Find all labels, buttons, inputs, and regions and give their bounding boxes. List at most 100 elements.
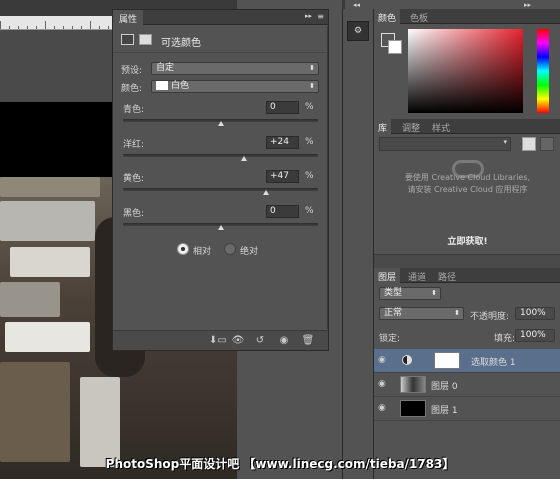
slider-thumb[interactable] (263, 190, 270, 195)
collapse-icon[interactable]: ▸▸ (524, 1, 531, 9)
color-spectrum-picker[interactable] (408, 29, 523, 113)
layer-thumbnail (400, 400, 426, 417)
right-panel-column: ▸▸ 颜色 色板 库 调整 样式 ▾ 要使用 Creative Cloud Li… (373, 1, 560, 479)
slider-thumb[interactable] (240, 156, 247, 161)
percent-unit: % (305, 137, 314, 147)
ruler-tick (18, 26, 19, 29)
clip-to-layer-icon[interactable]: ⬇▭ (209, 334, 227, 347)
grid-view-icon[interactable] (522, 137, 536, 151)
layer-mask-thumbnail[interactable] (434, 352, 460, 369)
eye-icon[interactable]: ◉ (378, 403, 386, 413)
ruler-tick (81, 26, 82, 29)
get-now-link[interactable]: 立即获取! (374, 234, 560, 247)
ruler-tick (54, 26, 55, 29)
ruler-tick (72, 26, 73, 29)
ruler-tick (63, 26, 64, 29)
background-color-swatch[interactable] (388, 40, 402, 54)
fill-label: 填充: (494, 334, 516, 344)
color-select[interactable]: 白色 ⬍ (151, 80, 319, 93)
message-line: 要使用 Creative Cloud Libraries, (404, 173, 531, 182)
panel-dock-strip: ◂◂ ⚙ (342, 1, 372, 479)
tab-swatches[interactable]: 色板 (406, 9, 432, 24)
ruler-tick (108, 26, 109, 29)
layer-thumbnail (400, 376, 426, 393)
hue-slider[interactable] (537, 29, 549, 113)
opacity-label: 不透明度: (470, 312, 510, 322)
chevron-down-icon: ▾ (503, 138, 507, 146)
properties-panel: 属性 ▸▸ ≡ 可选颜色 预设: 自定 ⬍ 颜色: 白色 ⬍ 青色: 0 % 洋红:… (112, 9, 329, 351)
preset-select[interactable]: 自定 ⬍ (151, 62, 319, 75)
eye-icon[interactable]: ◉ (378, 379, 386, 389)
watermark: PhotoShop平面设计吧 【www.linecg.com/tieba/178… (105, 457, 455, 471)
tab-paths[interactable]: 路径 (434, 268, 460, 283)
color-label: 颜色: (121, 84, 143, 94)
panel-scrollbar[interactable] (327, 26, 328, 329)
radio-absolute[interactable] (224, 243, 236, 255)
mask-icon[interactable] (139, 34, 152, 45)
tab-styles[interactable]: 样式 (428, 119, 454, 134)
eye-icon[interactable]: ◉ (378, 355, 386, 365)
slider-label: 黄色: (123, 174, 145, 184)
tab-color[interactable]: 颜色 (374, 9, 401, 24)
ruler-tick (9, 26, 10, 29)
ruler-tick (45, 21, 46, 29)
tab-layers[interactable]: 图层 (374, 268, 401, 283)
slider-value-input[interactable]: +24 (266, 136, 299, 149)
properties-header: 可选颜色 (113, 27, 328, 53)
chevron-updown-icon: ⬍ (309, 82, 315, 90)
blend-mode-select[interactable]: 正常 ⬍ (379, 307, 464, 320)
slider-track[interactable] (123, 188, 318, 191)
adjustment-title: 可选颜色 (161, 38, 201, 49)
chevron-updown-icon: ⬍ (309, 64, 315, 72)
ruler-tick (0, 21, 1, 29)
radio-relative[interactable] (177, 243, 189, 255)
tab-adjustments[interactable]: 调整 (398, 119, 424, 134)
tab-channels[interactable]: 通道 (404, 268, 430, 283)
trash-icon[interactable]: 🗑 (301, 334, 315, 347)
layer-row[interactable]: ◉ 图层 0 (374, 373, 560, 397)
properties-dock-icon[interactable]: ⚙ (347, 21, 369, 41)
visibility-icon[interactable]: ◉ (277, 334, 291, 347)
slider-value-input[interactable]: +47 (266, 170, 299, 183)
tab-properties[interactable]: 属性 (113, 10, 144, 25)
adjustment-layer-icon (402, 355, 412, 365)
reset-icon[interactable]: ↺ (253, 334, 267, 347)
message-line: 请安装 Creative Cloud 应用程序 (407, 185, 528, 194)
black-layer-area (0, 102, 115, 177)
view-previous-icon[interactable]: 👁 (231, 334, 245, 347)
percent-unit: % (305, 102, 314, 112)
chevron-updown-icon: ⬍ (431, 289, 437, 297)
properties-footer: ⬇▭ 👁 ↺ ◉ 🗑 (113, 330, 328, 350)
layer-row[interactable]: ◉ 图层 1 (374, 397, 560, 421)
slider-track[interactable] (123, 154, 318, 157)
panel-menu-icon[interactable]: ≡ (317, 12, 324, 21)
percent-unit: % (305, 206, 314, 216)
slider-thumb[interactable] (217, 121, 224, 126)
layer-filter-select[interactable]: 类型 ⬍ (379, 287, 441, 300)
library-panel-tabbar: 库 调整 样式 (374, 119, 560, 134)
slider-thumb[interactable] (217, 225, 224, 230)
white-swatch-icon (156, 81, 168, 90)
adjustment-icon (121, 34, 134, 45)
slider-label: 黑色: (123, 209, 145, 219)
ruler-tick (99, 26, 100, 29)
radio-relative-label: 相对 (193, 247, 212, 257)
slider-value-input[interactable]: 0 (266, 205, 299, 218)
chevron-updown-icon: ⬍ (454, 309, 460, 317)
lock-label: 锁定: (379, 334, 401, 344)
collapse-icon[interactable]: ◂◂ (353, 1, 360, 9)
layer-name: 图层 1 (431, 406, 458, 416)
slider-label: 青色: (123, 105, 145, 115)
color-panel-tabbar: 颜色 色板 (374, 9, 560, 24)
fill-input[interactable]: 100% (515, 329, 555, 342)
opacity-input[interactable]: 100% (515, 307, 555, 320)
list-view-icon[interactable] (540, 137, 554, 151)
collapse-icon[interactable]: ▸▸ (305, 12, 312, 20)
library-select[interactable]: ▾ (379, 137, 511, 151)
tab-libraries[interactable]: 库 (374, 119, 392, 134)
layer-row[interactable]: ◉ 选取颜色 1 (374, 349, 560, 373)
slider-value-input[interactable]: 0 (266, 101, 299, 114)
radio-absolute-label: 绝对 (240, 247, 259, 257)
slider-label: 洋红: (123, 140, 145, 150)
library-message: 要使用 Creative Cloud Libraries, 请安装 Creati… (374, 172, 560, 196)
